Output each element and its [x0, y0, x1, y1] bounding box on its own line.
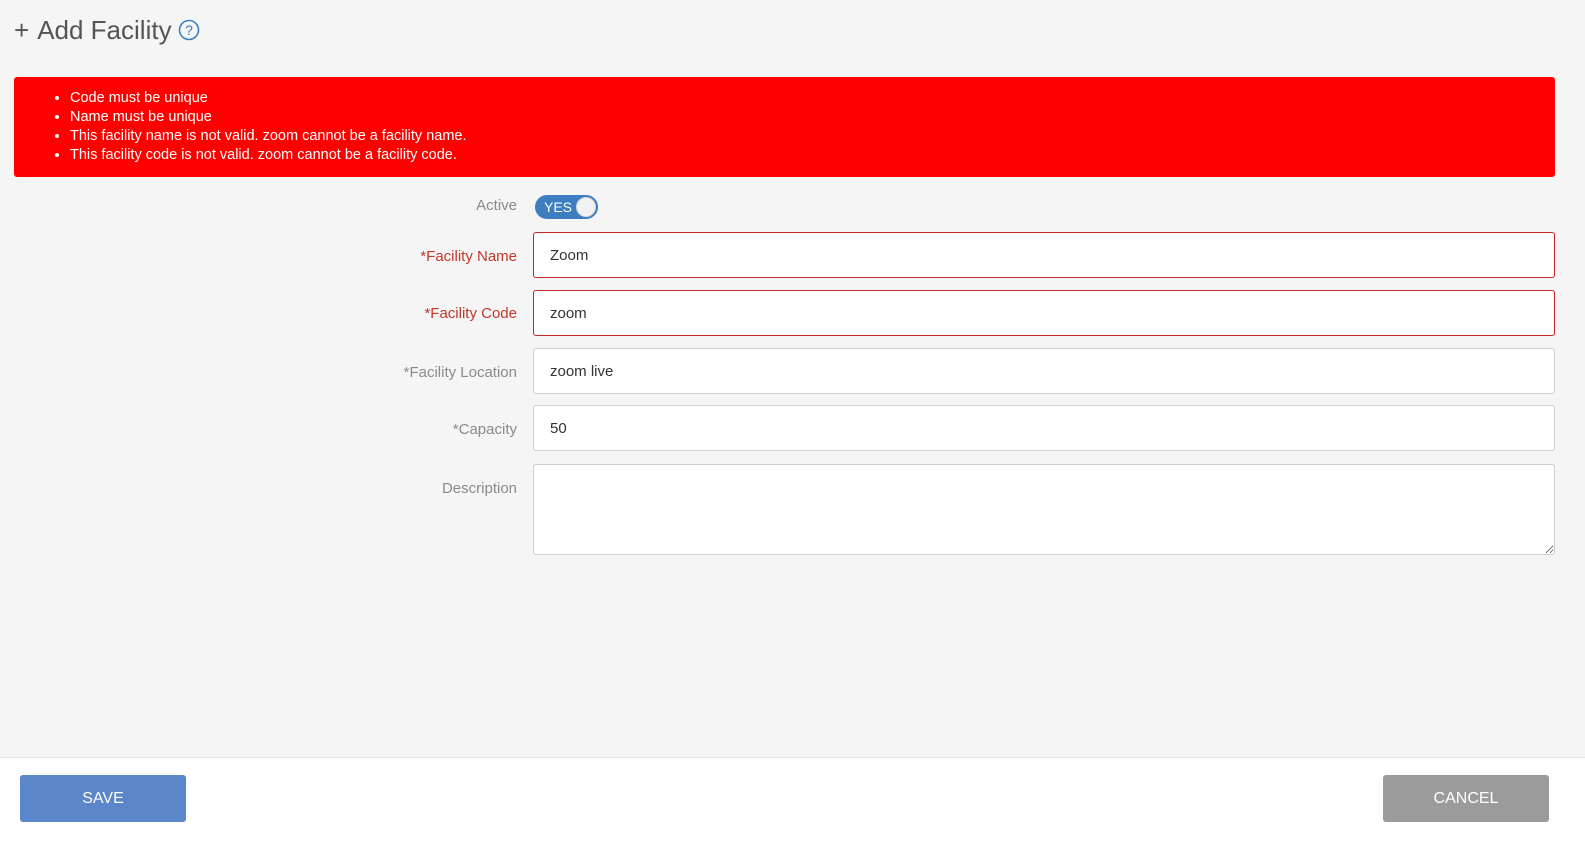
page-header: + Add Facility ? — [14, 10, 200, 50]
toggle-knob — [576, 197, 596, 217]
error-message: This facility name is not valid. zoom ca… — [70, 127, 1555, 146]
active-toggle[interactable]: YES — [535, 195, 598, 219]
capacity-label: *Capacity — [452, 421, 517, 438]
error-message: Name must be unique — [70, 108, 1555, 127]
facility-location-label: *Facility Location — [403, 364, 517, 381]
facility-name-input[interactable] — [533, 232, 1555, 278]
description-textarea[interactable] — [533, 464, 1555, 555]
error-alert: Code must be unique Name must be unique … — [14, 77, 1555, 177]
svg-text:?: ? — [185, 22, 193, 38]
error-list: Code must be unique Name must be unique … — [14, 89, 1555, 165]
question-circle-icon[interactable]: ? — [178, 19, 200, 41]
active-label: Active — [476, 197, 517, 214]
save-button[interactable]: SAVE — [20, 775, 186, 822]
add-facility-page: + Add Facility ? Code must be unique Nam… — [0, 0, 1585, 844]
capacity-input[interactable] — [533, 405, 1555, 451]
form-footer: SAVE CANCEL — [0, 757, 1585, 844]
page-title: Add Facility — [37, 14, 172, 45]
facility-code-label: *Facility Code — [424, 305, 517, 322]
active-toggle-text: YES — [544, 199, 573, 215]
error-message: Code must be unique — [70, 89, 1555, 108]
plus-icon: + — [14, 14, 30, 45]
facility-name-label: *Facility Name — [420, 248, 517, 265]
description-label: Description — [441, 480, 517, 497]
facility-location-input[interactable] — [533, 348, 1555, 394]
error-message: This facility code is not valid. zoom ca… — [70, 146, 1555, 165]
facility-code-input[interactable] — [533, 290, 1555, 336]
cancel-button[interactable]: CANCEL — [1383, 775, 1549, 822]
